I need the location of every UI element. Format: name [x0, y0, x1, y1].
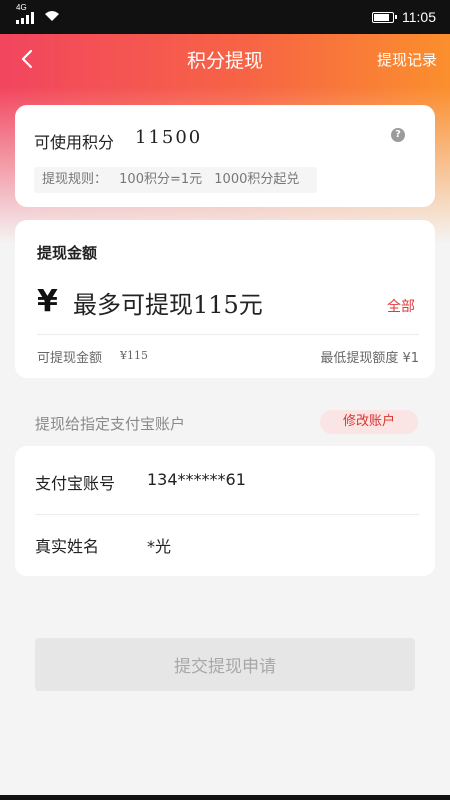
- real-name-label: 真实姓名: [35, 537, 100, 556]
- status-left: 4G: [16, 3, 60, 24]
- withdraw-record-link[interactable]: 提现记录: [377, 49, 437, 70]
- divider: [37, 334, 419, 335]
- minimum-withdraw-label: 最低提现额度 ¥1: [320, 351, 419, 366]
- currency-symbol: ¥: [37, 284, 58, 319]
- available-amount-value: ¥115: [120, 349, 148, 362]
- points-label: 可使用积分: [34, 133, 115, 152]
- points-value: 11500: [135, 127, 203, 148]
- signal-icon: [16, 12, 34, 24]
- amount-title: 提现金额: [37, 244, 98, 262]
- bottom-bar: [0, 795, 450, 800]
- alipay-account-row: 支付宝账号 134******61: [15, 446, 435, 511]
- withdraw-all-link[interactable]: 全部: [387, 296, 415, 316]
- wifi-icon: [45, 11, 59, 21]
- help-icon[interactable]: ?: [391, 128, 405, 142]
- available-amount-label: 可提现金额: [37, 351, 103, 366]
- points-card: 可使用积分 11500 ? 提现规则： 100积分=1元 1000积分起兑: [15, 105, 435, 207]
- alipay-hint: 提现给指定支付宝账户: [35, 415, 186, 433]
- real-name-row: 真实姓名 *光: [15, 511, 435, 576]
- submit-withdraw-button[interactable]: 提交提现申请: [35, 638, 415, 691]
- network-type: 4G: [16, 3, 27, 12]
- nav-bar: 积分提现 提现记录: [0, 34, 450, 84]
- amount-input[interactable]: [73, 288, 373, 322]
- rule-prefix: 提现规则：: [42, 172, 108, 187]
- real-name-value: *光: [147, 537, 172, 556]
- battery-icon: [372, 11, 397, 23]
- alipay-account-label: 支付宝账号: [35, 474, 116, 493]
- rule-rate: 100积分=1元: [119, 172, 203, 187]
- account-card: 支付宝账号 134******61 真实姓名 *光: [15, 446, 435, 576]
- alipay-account-value: 134******61: [147, 470, 246, 489]
- status-right: 11:05: [372, 9, 436, 25]
- withdraw-rule: 提现规则： 100积分=1元 1000积分起兑: [34, 167, 318, 193]
- status-bar: 4G 11:05: [0, 0, 450, 34]
- amount-card: 提现金额 ¥ 全部 可提现金额 ¥115 最低提现额度 ¥1: [15, 220, 435, 378]
- status-time: 11:05: [402, 9, 436, 25]
- modify-account-button[interactable]: 修改账户: [320, 410, 418, 434]
- rule-minimum: 1000积分起兑: [214, 172, 300, 187]
